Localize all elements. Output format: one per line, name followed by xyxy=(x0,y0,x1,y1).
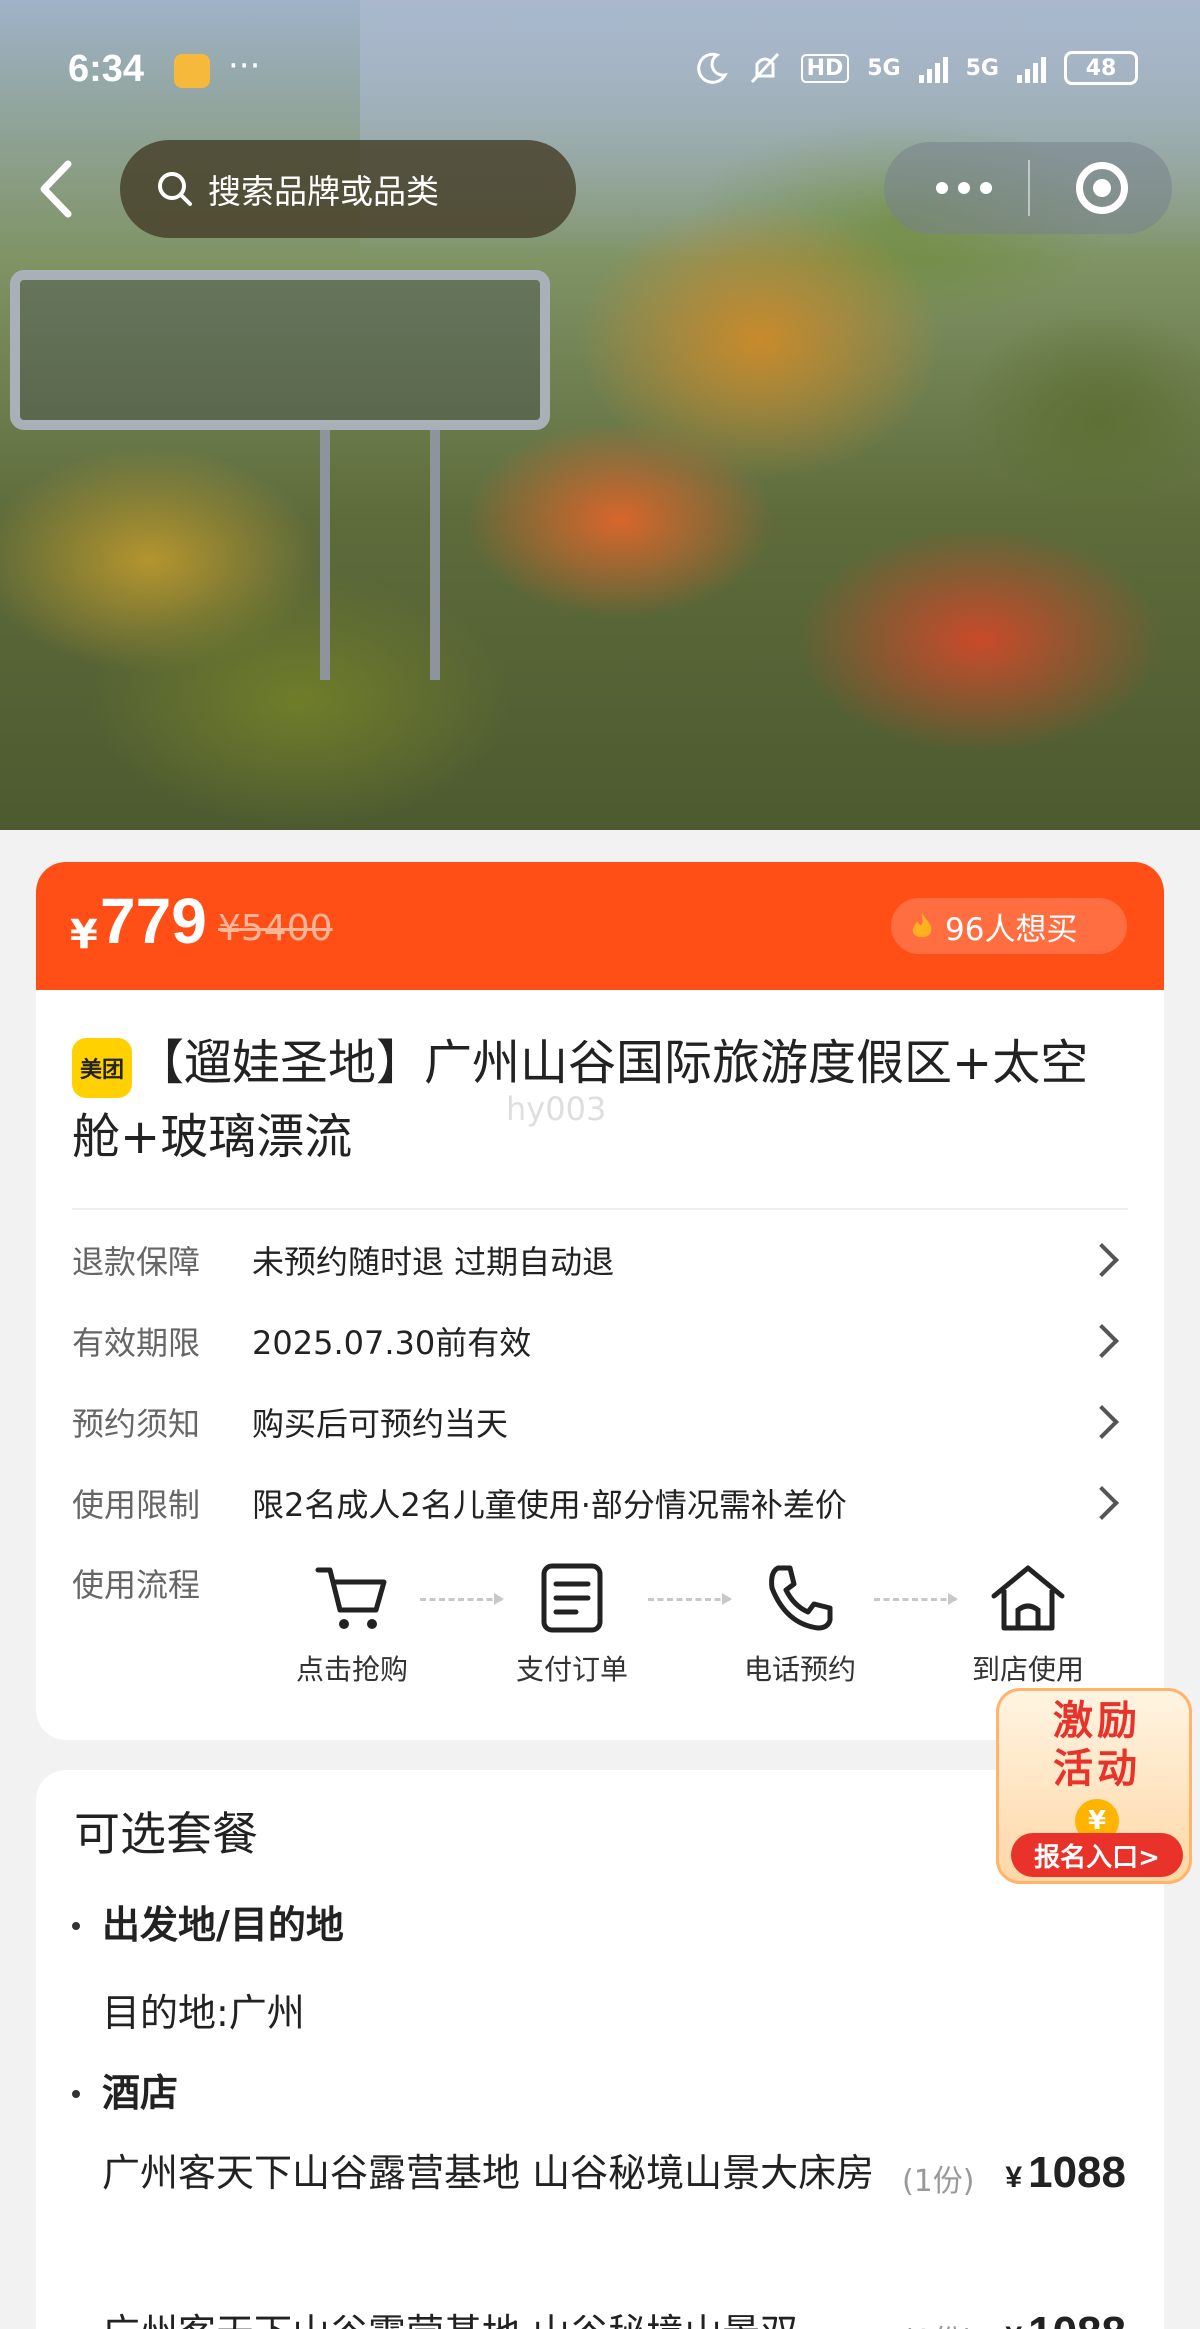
package-item-qty: (1份) xyxy=(902,2164,975,2199)
fire-icon xyxy=(912,913,932,938)
promo-title: 激励 活动 xyxy=(999,1697,1189,1793)
network-type: 5G xyxy=(867,55,901,81)
divider xyxy=(72,1208,1128,1210)
notification-app-icon xyxy=(174,54,210,88)
capsule-divider xyxy=(1028,160,1030,216)
price-bar: ¥ 779 ¥5400 96人想买 xyxy=(36,862,1164,990)
search-input[interactable]: 搜索品牌或品类 xyxy=(120,140,576,238)
package-item-qty: (1份) xyxy=(902,2316,975,2329)
incentive-activity-banner[interactable]: 激励 活动 ¥ 报名入口> xyxy=(996,1688,1192,1884)
detail-row-restriction[interactable]: 使用限制 限2名成人2名儿童使用·部分情况需补差价 xyxy=(72,1473,1128,1533)
chevron-right-icon xyxy=(1085,1324,1119,1358)
flow-step-label: 电话预约 xyxy=(743,1653,856,1686)
flow-arrow xyxy=(420,1593,504,1605)
package-item-name[interactable]: 广州客天下山谷露营基地 山谷秘境山景双 xyxy=(102,2302,902,2329)
promo-title-line2: 活动 xyxy=(1053,1746,1141,1792)
detail-value: 购买后可预约当天 xyxy=(252,1405,509,1443)
flow-step-label: 支付订单 xyxy=(515,1653,628,1686)
detail-label: 有效期限 xyxy=(72,1324,201,1362)
detail-row-validity[interactable]: 有效期限 2025.07.30前有效 xyxy=(72,1311,1128,1371)
flow-step: 支付订单 xyxy=(492,1562,652,1688)
home-icon xyxy=(991,1565,1065,1631)
usage-flow-label: 使用流程 xyxy=(72,1566,201,1604)
network-type: 5G xyxy=(965,55,999,81)
detail-row-refund[interactable]: 退款保障 未预约随时退 过期自动退 xyxy=(72,1230,1128,1290)
package-subheading: 酒店 xyxy=(102,2071,179,2115)
detail-label: 预约须知 xyxy=(72,1405,201,1443)
search-placeholder: 搜索品牌或品类 xyxy=(208,172,439,211)
phone-icon xyxy=(769,1565,833,1631)
price-currency: ¥ xyxy=(1005,2321,1022,2329)
bullet xyxy=(72,2090,80,2098)
package-subheading: 出发地/目的地 xyxy=(102,1903,344,1947)
chevron-right-icon xyxy=(1085,1486,1119,1520)
destination-text: 目的地:广州 xyxy=(102,1991,305,2035)
promo-title-line1: 激励 xyxy=(1053,1698,1141,1744)
detail-label: 退款保障 xyxy=(72,1243,201,1281)
close-target-icon[interactable] xyxy=(1076,162,1128,214)
chevron-right-icon xyxy=(1085,1405,1119,1439)
hero-stilt xyxy=(320,430,330,680)
status-time: 6:34 xyxy=(68,48,145,90)
package-item-price: ¥1088 xyxy=(1005,2308,1126,2329)
current-price: 779 xyxy=(100,885,207,957)
mini-program-capsule xyxy=(884,142,1172,234)
flow-step: 点击抢购 xyxy=(272,1562,432,1688)
price-currency: ¥ xyxy=(70,912,98,958)
moon-icon xyxy=(696,52,728,84)
product-info-card: 美团 【遛娃圣地】广州山谷国际旅游度假区+太空舱+玻璃漂流 hy003 退款保障… xyxy=(36,990,1164,1740)
hd-label: HD xyxy=(800,53,850,83)
price-value: 1088 xyxy=(1028,2148,1126,2197)
detail-row-booking[interactable]: 预约须知 购买后可预约当天 xyxy=(72,1392,1128,1452)
price-value: 1088 xyxy=(1028,2308,1126,2329)
original-price: ¥5400 xyxy=(218,908,333,949)
watermark: hy003 xyxy=(506,1090,607,1128)
bullet xyxy=(72,1922,80,1930)
more-menu-button[interactable] xyxy=(924,166,1004,210)
package-options-card: 可选套餐 出发地/目的地 目的地:广州 酒店 广州客天下山谷露营基地 山谷秘境山… xyxy=(36,1770,1164,2329)
order-icon xyxy=(541,1563,603,1633)
signup-entry-button[interactable]: 报名入口> xyxy=(1011,1833,1183,1877)
detail-value: 限2名成人2名儿童使用·部分情况需补差价 xyxy=(252,1486,847,1524)
package-item-name[interactable]: 广州客天下山谷露营基地 山谷秘境山景大床房 xyxy=(102,2142,902,2204)
signal-icon xyxy=(1017,53,1046,83)
status-indicators: HD 5G 5G 48 xyxy=(695,50,1138,86)
battery-icon: 48 xyxy=(1064,51,1138,85)
flow-step: 到店使用 xyxy=(948,1562,1108,1688)
mute-icon xyxy=(750,52,779,84)
search-icon xyxy=(158,172,192,206)
hero-image xyxy=(0,0,1200,830)
price-currency: ¥ xyxy=(1005,2161,1023,2194)
chevron-right-icon xyxy=(1085,1243,1119,1277)
flow-arrow xyxy=(874,1593,958,1605)
cart-icon xyxy=(315,1567,387,1629)
flow-step-label: 到店使用 xyxy=(971,1653,1084,1686)
flow-step: 电话预约 xyxy=(720,1562,880,1688)
hero-space-capsule-building xyxy=(10,270,550,430)
detail-label: 使用限制 xyxy=(72,1486,201,1524)
want-count-badge: 96人想买 xyxy=(891,898,1127,954)
status-bar: 6:34 ··· HD 5G 5G 48 xyxy=(0,40,1200,100)
package-section-title: 可选套餐 xyxy=(74,1807,258,1861)
detail-value: 未预约随时退 过期自动退 xyxy=(252,1243,615,1281)
status-more-dots: ··· xyxy=(228,46,261,86)
flow-step-label: 点击抢购 xyxy=(295,1653,408,1686)
signal-icon xyxy=(918,53,948,83)
package-item-price: ¥1088 xyxy=(1005,2148,1126,2198)
flow-arrow xyxy=(648,1593,732,1605)
want-count-text: 96人想买 xyxy=(945,911,1078,948)
back-arrow-icon[interactable] xyxy=(34,156,80,222)
hero-stilt xyxy=(430,430,440,680)
detail-value: 2025.07.30前有效 xyxy=(252,1324,532,1362)
